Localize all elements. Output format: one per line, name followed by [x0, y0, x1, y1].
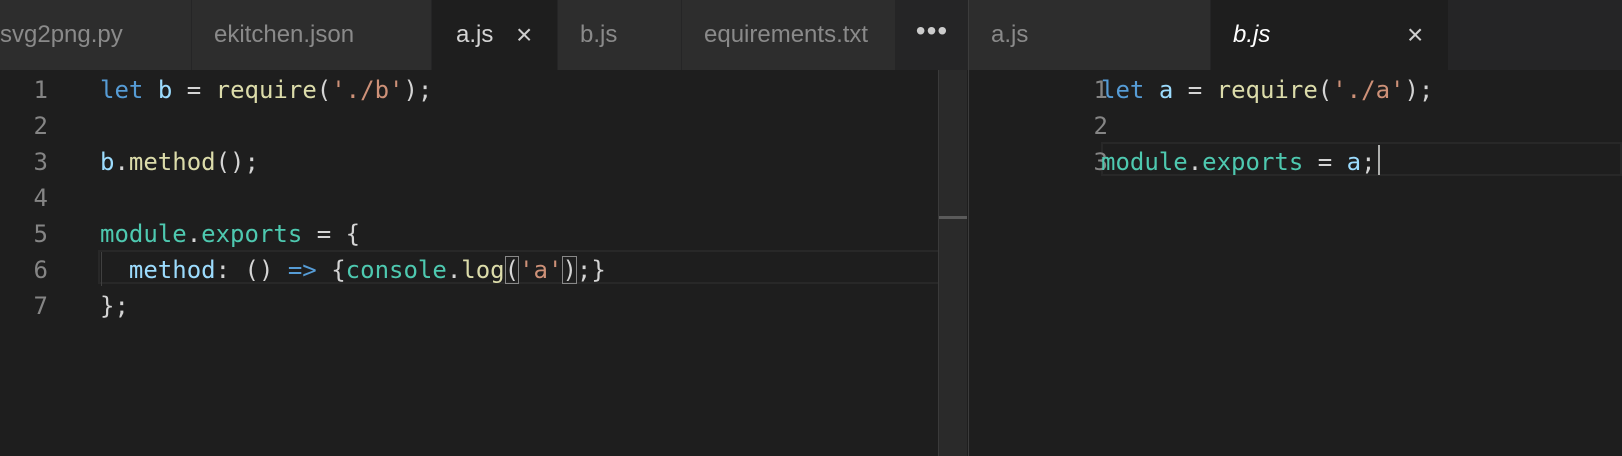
tab-label: b.js: [1233, 21, 1271, 48]
tab-b-js-preview[interactable]: b.js ×: [1211, 0, 1449, 70]
tab-label: a.js: [456, 21, 494, 48]
code-token: .: [186, 220, 202, 248]
close-icon[interactable]: ×: [1407, 0, 1423, 70]
code-token: log: [461, 256, 505, 284]
line-source: let b = require('./b');: [100, 72, 432, 108]
line-source: module.exports = a;: [1101, 144, 1376, 180]
tab-a-js[interactable]: a.js ×: [432, 0, 558, 70]
code-line[interactable]: 2: [0, 108, 968, 144]
tab-label: ekitchen.json: [214, 21, 355, 48]
code-token: (: [1317, 76, 1333, 104]
code-token: a: [1346, 148, 1362, 176]
tab-b-js[interactable]: b.js: [558, 0, 682, 70]
text-cursor: [1378, 145, 1380, 175]
code-token: ): [562, 256, 577, 284]
line-source: method: () => {console.log('a');}: [100, 252, 606, 288]
code-token: 'a': [519, 256, 563, 284]
line-number: 7: [33, 292, 48, 320]
line-number: 2: [33, 112, 48, 140]
tab-label: a.js: [991, 21, 1029, 48]
code-token: (: [504, 256, 520, 284]
tab-label: b.js: [580, 21, 618, 48]
left-tab-bar: svg2png.py ekitchen.json a.js × b.js equ…: [0, 0, 968, 70]
line-number: 3: [33, 148, 48, 176]
code-token: exports: [1202, 148, 1304, 176]
code-token: b: [100, 148, 115, 176]
code-line[interactable]: 5 module.exports = {: [0, 216, 968, 252]
tab-requirements-txt[interactable]: equirements.txt: [682, 0, 896, 70]
code-line[interactable]: 1 let a = require('./a');: [969, 72, 1622, 108]
line-source: b.method();: [100, 144, 259, 180]
code-token: (: [316, 76, 332, 104]
left-editor[interactable]: 1 let b = require('./b'); 2 3 b.method(); 4 5 m…: [0, 70, 968, 456]
code-token: require: [1216, 76, 1318, 104]
scroll-position-marker: [939, 216, 967, 219]
more-actions-icon[interactable]: •••: [896, 0, 968, 70]
code-token: : (): [215, 256, 288, 284]
code-token: console: [345, 256, 447, 284]
tab-a-js[interactable]: a.js: [969, 0, 1211, 70]
code-token: =: [172, 76, 216, 104]
line-number: 6: [33, 256, 48, 284]
line-source: module.exports = {: [100, 216, 360, 252]
code-token: .: [1187, 148, 1203, 176]
code-line[interactable]: 1 let b = require('./b');: [0, 72, 968, 108]
code-token: ;: [1361, 148, 1376, 176]
line-source: let a = require('./a');: [1101, 72, 1433, 108]
code-line[interactable]: 3 b.method();: [0, 144, 968, 180]
vertical-scrollbar[interactable]: [938, 70, 967, 456]
code-line[interactable]: 7};: [0, 288, 968, 324]
close-icon[interactable]: ×: [516, 0, 532, 70]
code-line[interactable]: 2: [969, 108, 1622, 144]
code-token: };: [100, 292, 129, 320]
code-token: method: [128, 148, 216, 176]
code-token: );: [1404, 76, 1434, 104]
line-number: 5: [33, 220, 48, 248]
right-editor[interactable]: 1 let a = require('./a'); 2 3 module.exports…: [969, 70, 1622, 456]
code-token: a: [1158, 76, 1174, 104]
code-token: = {: [302, 220, 361, 248]
line-number: 1: [1093, 76, 1108, 104]
code-token: ();: [215, 148, 259, 176]
right-tab-bar: a.js b.js ×: [969, 0, 1622, 70]
code-token: module: [100, 220, 187, 248]
code-token: let: [1101, 76, 1145, 104]
code-line[interactable]: 4: [0, 180, 968, 216]
tab-svg2png-py[interactable]: svg2png.py: [0, 0, 192, 70]
code-token: './b': [331, 76, 404, 104]
code-token: b: [157, 76, 173, 104]
tab-label: svg2png.py: [0, 21, 123, 48]
code-line[interactable]: 6 method: () => {console.log('a');}: [0, 252, 968, 288]
line-number: 2: [1093, 112, 1108, 140]
code-token: {: [316, 256, 346, 284]
code-token: );: [403, 76, 433, 104]
code-token: =: [1173, 76, 1217, 104]
code-token: require: [215, 76, 317, 104]
line-source: };: [100, 288, 129, 324]
line-number: 1: [33, 76, 48, 104]
code-token: ;}: [576, 256, 606, 284]
code-token: =>: [287, 256, 317, 284]
code-token: .: [446, 256, 462, 284]
right-editor-group: a.js b.js × 1 let a = require('./a'); 2 3 mo…: [969, 0, 1622, 456]
tab-label: equirements.txt: [704, 21, 869, 48]
line-number: 4: [33, 184, 48, 212]
code-token: method: [128, 256, 216, 284]
code-token: module: [1101, 148, 1188, 176]
code-token: exports: [201, 220, 303, 248]
code-token: './a': [1332, 76, 1405, 104]
code-token: .: [114, 148, 129, 176]
code-token: let: [100, 76, 144, 104]
left-editor-group: svg2png.py ekitchen.json a.js × b.js equ…: [0, 0, 968, 456]
code-token: =: [1303, 148, 1347, 176]
code-line[interactable]: 3 module.exports = a;: [969, 144, 1622, 180]
tab-ekitchen-json[interactable]: ekitchen.json: [192, 0, 432, 70]
line-number: 3: [1093, 148, 1108, 176]
